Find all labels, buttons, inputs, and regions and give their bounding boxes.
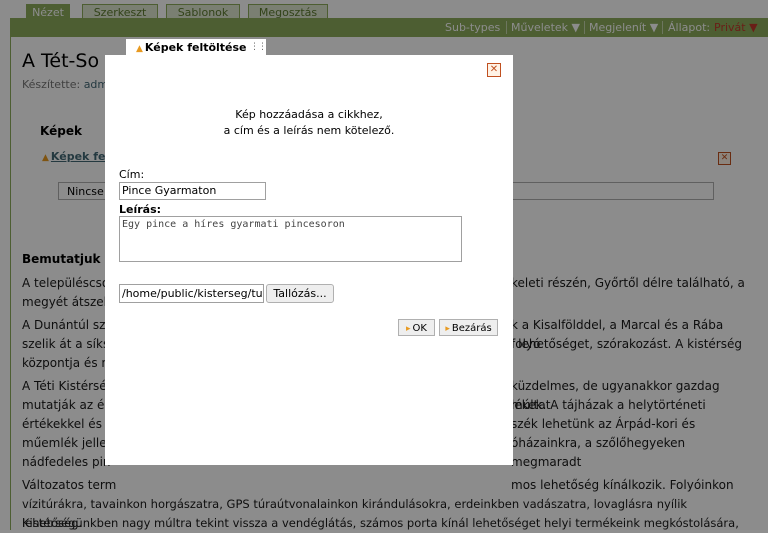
close-icon[interactable]: ✕ bbox=[487, 63, 501, 77]
dialog-intro: Kép hozzáadása a cikkhez, a cím és a leír… bbox=[105, 107, 513, 139]
upload-arrow-icon: ▲ bbox=[136, 44, 143, 54]
drag-handle-icon[interactable]: ⋮⋮ bbox=[250, 42, 267, 52]
leiras-label: Leírás: bbox=[119, 203, 162, 216]
close-arrow-icon: ▸ bbox=[445, 324, 450, 334]
dialog-title-tab[interactable]: ▲ Képek feltöltése bbox=[126, 39, 266, 57]
file-path-input[interactable]: /home/public/kisterseg/turisz bbox=[119, 284, 264, 303]
ok-button[interactable]: ▸ OK bbox=[398, 319, 435, 336]
dialog-title: Képek feltöltése bbox=[144, 41, 247, 54]
close-label: Bezárás bbox=[451, 323, 492, 334]
browse-button[interactable]: Tallózás... bbox=[266, 284, 334, 303]
intro-line: a cím és a leírás nem kötelező. bbox=[223, 124, 395, 137]
ok-arrow-icon: ▸ bbox=[406, 324, 411, 334]
close-button[interactable]: ▸ Bezárás bbox=[439, 319, 498, 336]
intro-line: Kép hozzáadása a cikkhez, bbox=[235, 108, 383, 121]
cim-label: Cím: bbox=[119, 168, 145, 181]
leiras-textarea[interactable]: Egy pince a híres gyarmati pincesoron bbox=[119, 216, 462, 262]
ok-label: OK bbox=[412, 323, 427, 334]
cim-input[interactable]: Pince Gyarmaton bbox=[119, 182, 266, 200]
